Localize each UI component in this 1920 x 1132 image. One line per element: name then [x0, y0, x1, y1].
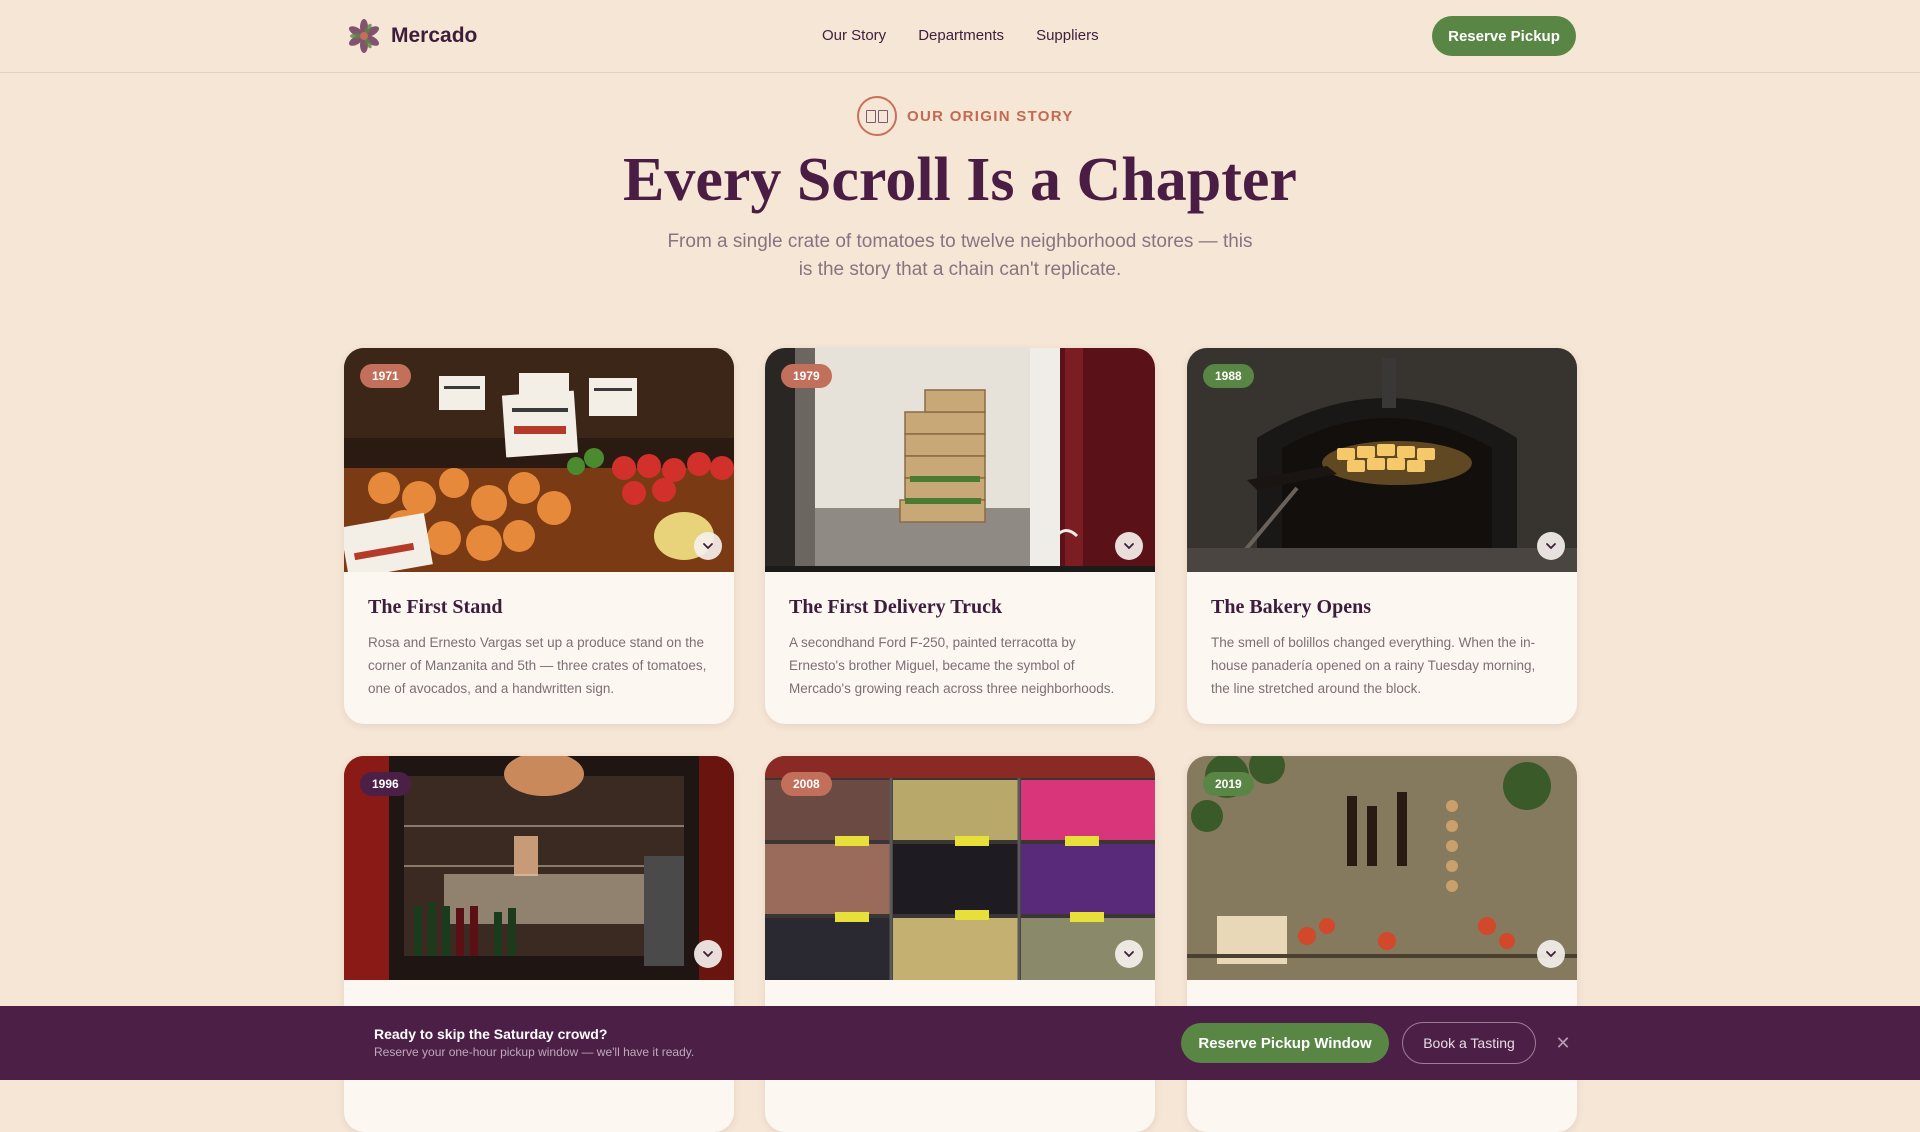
nav-links: Our Story Departments Suppliers	[822, 27, 1099, 44]
expand-card-button[interactable]	[1115, 940, 1143, 968]
card-title: The First Delivery Truck	[789, 596, 1003, 618]
year-badge: 2019	[1203, 772, 1254, 796]
year-badge: 1971	[360, 364, 411, 388]
chevron-down-icon	[703, 543, 713, 550]
nav-link-departments[interactable]: Departments	[918, 27, 1004, 44]
year-badge: 2008	[781, 772, 832, 796]
cta-bar-subtitle: Reserve your one-hour pickup window — we…	[374, 1045, 695, 1059]
nav-link-suppliers[interactable]: Suppliers	[1036, 27, 1099, 44]
close-icon[interactable]: ✕	[1554, 1034, 1572, 1052]
card-description: The smell of bolillos changed everything…	[1211, 635, 1536, 696]
timeline-card[interactable]: 1979 The First Delivery Truck A secondha…	[765, 348, 1155, 724]
reserve-pickup-button[interactable]: Reserve Pickup	[1432, 16, 1576, 56]
expand-card-button[interactable]	[694, 532, 722, 560]
year-badge: 1988	[1203, 364, 1254, 388]
brand-name: Mercado	[391, 24, 478, 47]
chevron-down-icon	[1546, 543, 1556, 550]
sticky-cta-bar: Ready to skip the Saturday crowd? Reserv…	[0, 1006, 1920, 1080]
brand[interactable]: Mercado	[347, 19, 477, 53]
chevron-down-icon	[703, 951, 713, 958]
reserve-pickup-window-button[interactable]: Reserve Pickup Window	[1181, 1023, 1389, 1063]
card-description: Rosa and Ernesto Vargas set up a produce…	[368, 635, 707, 696]
book-tasting-button[interactable]: Book a Tasting	[1402, 1022, 1536, 1064]
chevron-down-icon	[1124, 543, 1134, 550]
expand-card-button[interactable]	[1537, 532, 1565, 560]
chevron-down-icon	[1546, 951, 1556, 958]
page-title: Every Scroll Is a Chapter	[623, 146, 1297, 214]
timeline-card[interactable]: 1988 The Bakery Opens The smell of bolil…	[1187, 348, 1577, 724]
eyebrow: OUR ORIGIN STORY	[857, 96, 1074, 136]
flower-logo-icon	[348, 19, 380, 53]
card-title: The First Stand	[368, 596, 503, 618]
open-book-icon	[857, 96, 897, 136]
nav-link-our-story[interactable]: Our Story	[822, 27, 886, 44]
card-title: The Bakery Opens	[1211, 596, 1372, 618]
timeline-card[interactable]: 1971 The First Stand Rosa and Ernesto Va…	[344, 348, 734, 724]
eyebrow-label: OUR ORIGIN STORY	[907, 107, 1074, 125]
top-navigation: Mercado Our Story Departments Suppliers …	[0, 0, 1920, 73]
expand-card-button[interactable]	[1537, 940, 1565, 968]
expand-card-button[interactable]	[694, 940, 722, 968]
expand-card-button[interactable]	[1115, 532, 1143, 560]
page-subtitle: From a single crate of tomatoes to twelv…	[667, 231, 1253, 280]
card-description: A secondhand Ford F-250, painted terraco…	[789, 635, 1115, 696]
year-badge: 1996	[360, 772, 411, 796]
year-badge: 1979	[781, 364, 832, 388]
chevron-down-icon	[1124, 951, 1134, 958]
cta-bar-title: Ready to skip the Saturday crowd?	[374, 1026, 608, 1042]
